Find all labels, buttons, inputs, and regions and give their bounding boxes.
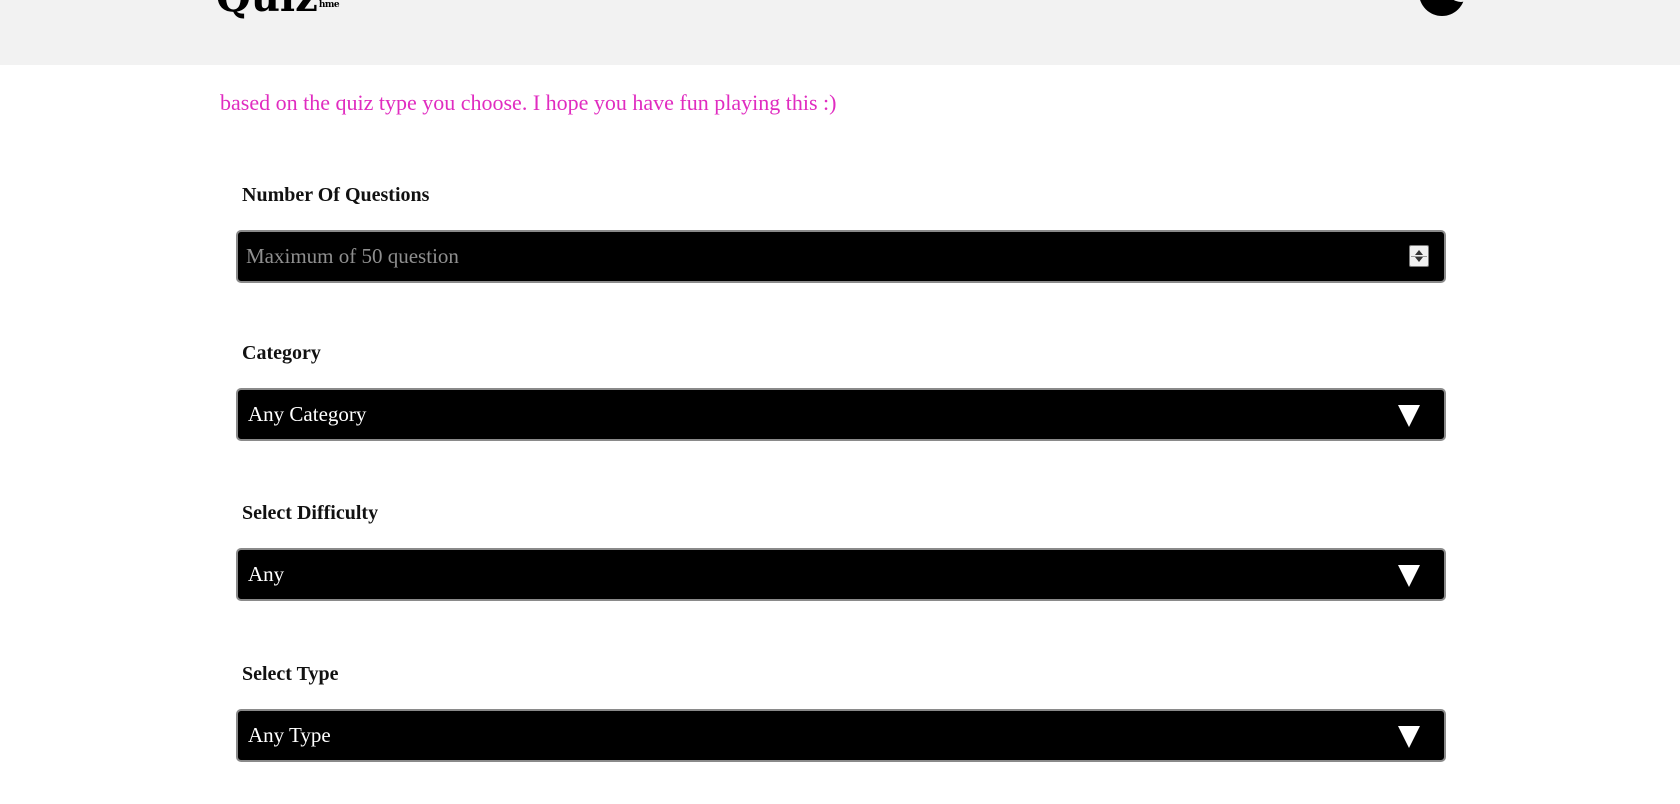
category-selected-value: Any Category xyxy=(248,402,367,426)
logo-subtext: hme xyxy=(318,0,340,10)
moon-icon[interactable] xyxy=(1419,0,1475,16)
caret-down-icon xyxy=(1398,726,1420,748)
site-header: Quiz hme xyxy=(0,0,1680,65)
caret-down-icon xyxy=(1398,405,1420,427)
category-label: Category xyxy=(242,342,321,364)
intro-text: based on the quiz type you choose. I hop… xyxy=(220,90,837,115)
stepper-up-icon[interactable] xyxy=(1415,250,1423,255)
type-label: Select Type xyxy=(242,663,339,685)
caret-down-icon xyxy=(1398,565,1420,587)
logo-text: Quiz xyxy=(216,0,318,18)
difficulty-select[interactable]: Any xyxy=(236,548,1446,601)
stepper-down-icon[interactable] xyxy=(1415,257,1423,262)
difficulty-selected-value: Any xyxy=(248,562,285,586)
site-logo[interactable]: Quiz hme xyxy=(216,0,340,18)
difficulty-label: Select Difficulty xyxy=(242,502,379,524)
type-selected-value: Any Type xyxy=(248,723,331,747)
quantity-stepper[interactable] xyxy=(1409,245,1429,267)
questions-input[interactable] xyxy=(238,232,1388,281)
type-select[interactable]: Any Type xyxy=(236,709,1446,762)
category-select[interactable]: Any Category xyxy=(236,388,1446,441)
questions-label: Number Of Questions xyxy=(242,184,430,206)
questions-field xyxy=(236,230,1446,283)
